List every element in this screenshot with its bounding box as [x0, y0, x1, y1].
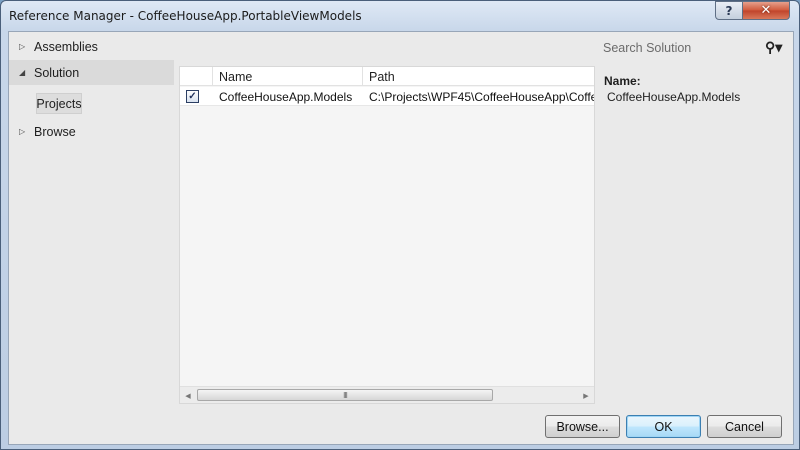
nav-item-label: Assemblies [34, 39, 98, 54]
scroll-thumb[interactable]: III [197, 389, 493, 401]
expand-triangle-icon[interactable]: ▷ [19, 127, 29, 136]
list-header: Name Path [180, 67, 594, 86]
nav-item-solution[interactable]: ◢ Solution [9, 60, 174, 85]
expand-triangle-icon[interactable]: ▷ [19, 42, 29, 51]
nav-item-label: Browse [34, 124, 76, 139]
nav-item-browse[interactable]: ▷ Browse [9, 119, 174, 144]
ok-button[interactable]: OK [626, 415, 701, 438]
browse-button[interactable]: Browse... [545, 415, 620, 438]
scroll-left-icon[interactable]: ◀ [180, 387, 196, 404]
search-input[interactable]: Search Solution [603, 41, 691, 55]
category-nav: ▷ Assemblies ◢ Solution Projects ▷ Brows… [9, 32, 174, 444]
reference-checkbox[interactable]: ✓ [186, 90, 199, 103]
dialog-body: ▷ Assemblies ◢ Solution Projects ▷ Brows… [8, 31, 794, 445]
window-title: Reference Manager - CoffeeHouseApp.Porta… [9, 9, 362, 23]
title-bar[interactable]: Reference Manager - CoffeeHouseApp.Porta… [1, 1, 799, 31]
row-name: CoffeeHouseApp.Models [219, 89, 353, 104]
column-header-path[interactable]: Path [363, 67, 594, 86]
collapse-triangle-icon[interactable]: ◢ [19, 68, 29, 77]
column-header-check[interactable] [180, 67, 213, 86]
nav-item-assemblies[interactable]: ▷ Assemblies [9, 34, 174, 59]
horizontal-scrollbar[interactable]: ◀ III ▶ [180, 386, 594, 403]
table-row[interactable]: ✓ CoffeeHouseApp.Models C:\Projects\WPF4… [180, 87, 594, 106]
help-button[interactable]: ? [715, 1, 743, 20]
details-name-label: Name: [604, 74, 641, 88]
search-box[interactable]: Search Solution ⚲▾ [597, 34, 793, 62]
details-pane: Name: CoffeeHouseApp.Models [604, 74, 740, 104]
scroll-right-icon[interactable]: ▶ [578, 387, 594, 404]
reference-manager-window: Reference Manager - CoffeeHouseApp.Porta… [0, 0, 800, 450]
search-icon[interactable]: ⚲▾ [765, 39, 787, 57]
close-button[interactable]: ✕ [742, 1, 790, 20]
nav-item-label: Solution [34, 65, 80, 80]
row-path: C:\Projects\WPF45\CoffeeHouseApp\CoffeeH… [369, 89, 594, 104]
cancel-button[interactable]: Cancel [707, 415, 782, 438]
nav-item-projects[interactable]: Projects [36, 93, 82, 114]
checkmark-icon: ✓ [188, 91, 197, 102]
details-name-value: CoffeeHouseApp.Models [607, 90, 741, 104]
project-list: Name Path ✓ CoffeeHouseApp.Models C:\Pro… [179, 66, 595, 404]
column-header-name[interactable]: Name [213, 67, 363, 86]
